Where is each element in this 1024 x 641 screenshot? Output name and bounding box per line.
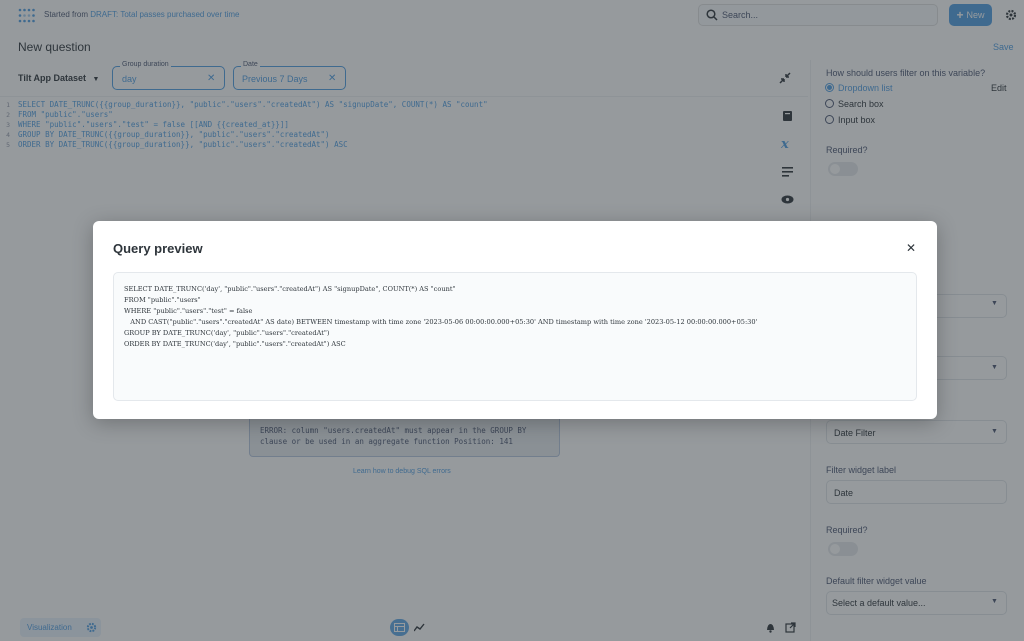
preview-line: FROM "public"."users" bbox=[124, 296, 201, 304]
preview-line: WHERE "public"."users"."test" = false bbox=[124, 307, 253, 315]
preview-line: ORDER BY DATE_TRUNC('day', "public"."use… bbox=[124, 340, 346, 348]
preview-line: AND CAST("public"."users"."createdAt" AS… bbox=[124, 318, 758, 326]
query-preview-modal: Query preview ✕ SELECT DATE_TRUNC('day',… bbox=[93, 221, 937, 419]
preview-line: SELECT DATE_TRUNC('day', "public"."users… bbox=[124, 285, 456, 293]
modal-title: Query preview bbox=[113, 241, 203, 256]
close-icon[interactable]: ✕ bbox=[906, 241, 916, 255]
preview-line: GROUP BY DATE_TRUNC('day', "public"."use… bbox=[124, 329, 330, 337]
query-preview-box: SELECT DATE_TRUNC('day', "public"."users… bbox=[113, 272, 917, 401]
